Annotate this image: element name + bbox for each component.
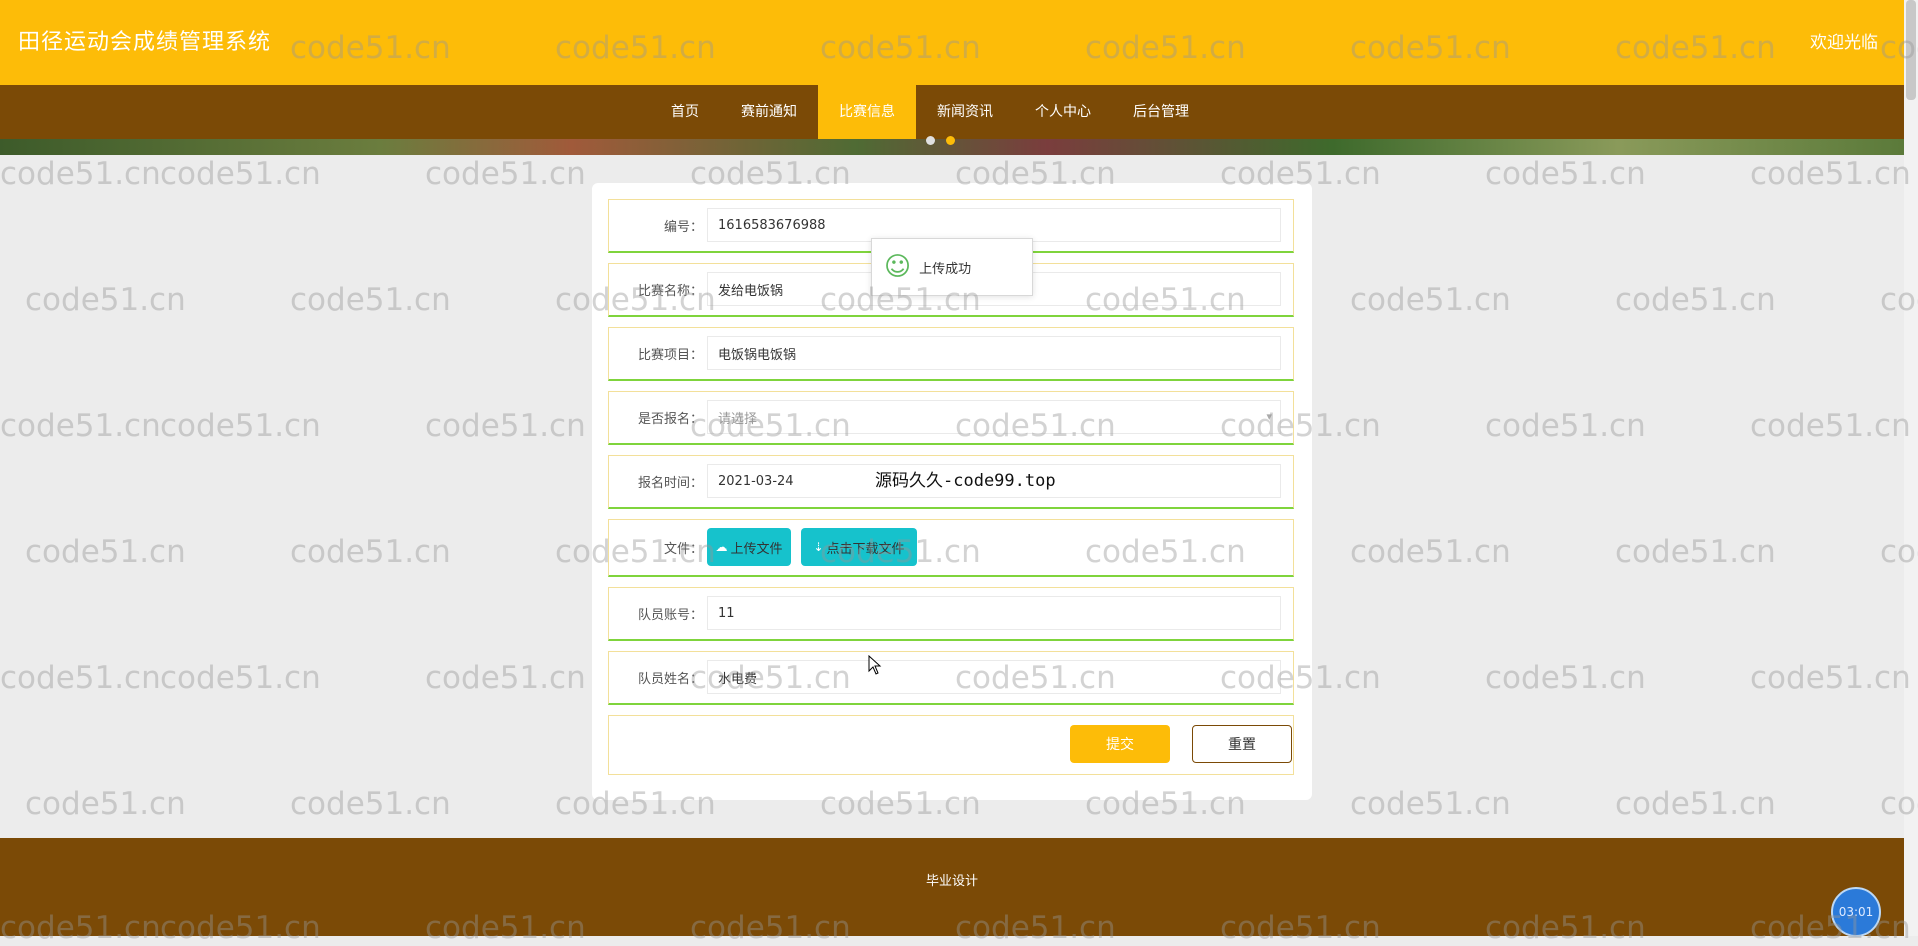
id-field[interactable]: 1616583676988 [707,208,1281,242]
submit-button[interactable]: 提交 [1070,725,1170,763]
site-title: 田径运动会成绩管理系统 [18,30,272,55]
footer-text: 毕业设计 [925,874,978,889]
watermark-text: code51.cn [25,282,186,318]
member-account-field[interactable]: 11 [707,596,1281,630]
watermark-text: code51.cn [1615,534,1776,570]
recording-timer[interactable]: 03:01 [1831,887,1881,937]
field-label: 比赛项目： [637,348,703,363]
watermark-text: code51.cn [290,534,451,570]
watermark-text: code51.cn [1615,282,1776,318]
carousel-dot[interactable] [946,136,955,145]
watermark-text: code51.cn [1350,282,1511,318]
field-label: 报名时间： [637,476,703,491]
match-event-field[interactable]: 电饭锅电饭锅 [707,336,1281,370]
watermark-text: code51.cn [425,156,586,192]
mouse-cursor-icon [868,655,882,675]
upload-success-toast: ☺ 上传成功 [871,238,1033,296]
reset-button[interactable]: 重置 [1192,725,1292,763]
form-row-member-name: 队员姓名： 水电费 [608,651,1294,705]
watermark-text: code51.cn [1350,786,1511,822]
toast-message: 上传成功 [919,261,972,277]
member-name-field[interactable]: 水电费 [707,660,1281,694]
watermark-text: code51.cn [425,660,586,696]
scrollbar-thumb[interactable] [1906,0,1916,100]
watermark-text: code51.cn [160,660,321,696]
watermark-text: code51.cn [25,786,186,822]
nav-item-admin[interactable]: 后台管理 [1112,85,1210,139]
select-value: 请选择 [718,411,758,427]
nav-item-notice[interactable]: 赛前通知 [720,85,818,139]
watermark-text: code51.cn [1485,156,1646,192]
field-label: 队员姓名： [637,672,703,687]
nav-item-personal-center[interactable]: 个人中心 [1014,85,1112,139]
cloud-upload-icon: ☁ [715,540,728,554]
watermark-text: code51.cn [290,282,451,318]
watermark-text: code51.cn [25,534,186,570]
form-row-file: 文件： ☁ 上传文件 ⇣ 点击下载文件 [608,519,1294,577]
watermark-text: code51.cn [1750,408,1911,444]
watermark-text: code51.cn [1485,660,1646,696]
carousel-dot[interactable] [926,136,935,145]
scrollbar[interactable] [1904,0,1918,936]
download-file-label: 点击下载文件 [826,541,905,557]
watermark-text: code51.cn [0,156,161,192]
welcome-text: 欢迎光临 [1810,33,1878,53]
nav-item-home[interactable]: 首页 [650,85,720,139]
form-actions: 提交 重置 [608,715,1294,775]
upload-file-button[interactable]: ☁ 上传文件 [707,528,791,566]
header: 田径运动会成绩管理系统 欢迎光临 [0,0,1904,85]
download-icon: ⇣ [813,540,824,554]
watermark-text: code51.cn [0,660,161,696]
form-row-match-event: 比赛项目： 电饭锅电饭锅 [608,327,1294,381]
watermark-text: code51.cn [290,786,451,822]
smile-icon: ☺ [884,252,912,282]
footer: 毕业设计 [0,838,1904,936]
field-label: 比赛名称： [637,284,703,299]
nav-item-match-info[interactable]: 比赛信息 [818,85,916,139]
nav-item-news[interactable]: 新闻资讯 [916,85,1014,139]
main-nav: 首页 赛前通知 比赛信息 新闻资讯 个人中心 后台管理 [0,85,1904,139]
overlay-watermark-text: 源码久久-code99.top [875,471,1056,491]
watermark-text: code51.cn [160,156,321,192]
field-label: 编号： [663,220,703,235]
form-row-member-account: 队员账号： 11 [608,587,1294,641]
watermark-text: code51.cn [160,408,321,444]
field-label: 队员账号： [637,608,703,623]
watermark-text: code51.cn [425,408,586,444]
registered-select[interactable]: 请选择 ▾ [707,400,1281,434]
field-label: 文件： [663,542,703,557]
watermark-text: code51.cn [0,408,161,444]
upload-file-label: 上传文件 [730,541,783,557]
watermark-text: code51.cn [1750,660,1911,696]
chevron-down-icon: ▾ [1266,410,1272,423]
watermark-text: code51.cn [1615,786,1776,822]
watermark-text: code51.cn [1750,156,1911,192]
download-file-button[interactable]: ⇣ 点击下载文件 [801,528,917,566]
field-label: 是否报名： [637,412,703,427]
watermark-text: code51.cn [1485,408,1646,444]
form-row-registered: 是否报名： 请选择 ▾ [608,391,1294,445]
watermark-text: code51.cn [1350,534,1511,570]
